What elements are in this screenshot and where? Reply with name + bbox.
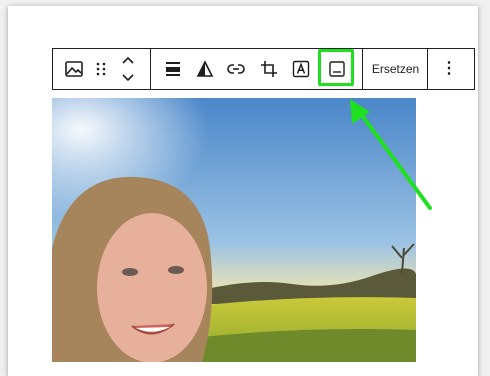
duotone-filter-icon[interactable] — [194, 58, 216, 80]
block-toolbar: Ersetzen ⋮ — [52, 48, 475, 90]
move-up-down-icon[interactable] — [117, 52, 139, 86]
replace-button[interactable]: Ersetzen — [363, 49, 428, 89]
caption-highlight-box — [318, 49, 354, 86]
crop-icon[interactable] — [258, 58, 280, 80]
toolbar-separator — [427, 49, 428, 89]
image-block[interactable] — [52, 98, 416, 362]
text-overlay-icon[interactable] — [290, 58, 312, 80]
toolbar-separator — [150, 49, 151, 89]
align-icon[interactable] — [162, 58, 184, 80]
selfie-photo — [52, 98, 416, 362]
link-icon[interactable] — [225, 58, 247, 80]
image-block-icon[interactable] — [63, 58, 85, 80]
drag-handle-icon[interactable] — [90, 58, 112, 80]
more-options-button[interactable]: ⋮ — [429, 49, 469, 89]
